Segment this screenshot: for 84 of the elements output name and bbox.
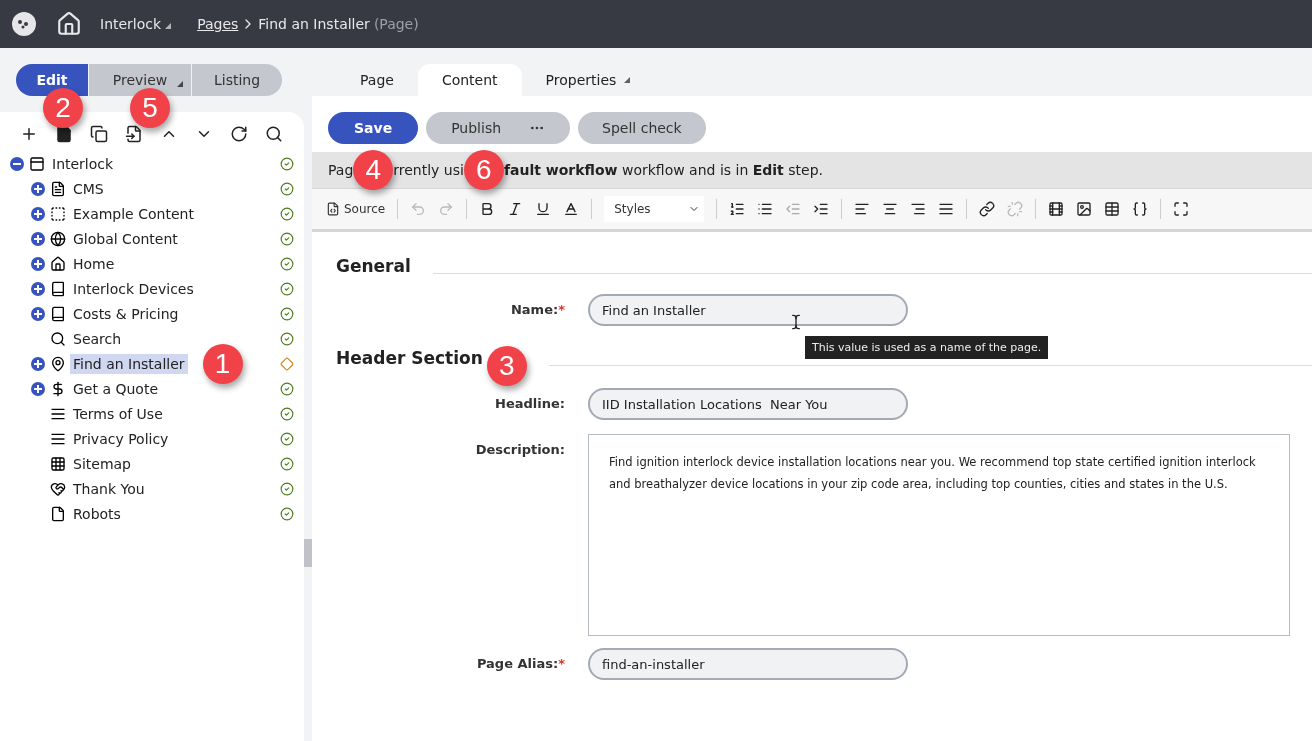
field-label: Headline: [494, 395, 566, 411]
description-field[interactable]: Find ignition interlock device installation locations near you. We recommend top state certified ignition interlock and breathalyzer device locations in your zip code area, including top counties, cities and states in the U.S. [588, 434, 1290, 636]
refresh-icon[interactable] [230, 125, 248, 143]
workflow-text: rrently usi [393, 162, 464, 178]
save-button[interactable]: Save [328, 112, 419, 144]
callout-badge: 3 [486, 346, 527, 386]
breadcrumb-current: Find an Installer [258, 16, 370, 32]
text-field[interactable]: Find an Installer [588, 294, 908, 326]
tree-item[interactable]: Privacy Policy [70, 428, 172, 449]
styles-dropdown[interactable]: Styles [604, 196, 705, 222]
tree-item[interactable]: CMS [70, 178, 107, 199]
expand-icon[interactable] [31, 181, 45, 196]
text-field[interactable]: IID Installation Locations Near You [588, 388, 908, 420]
mode-tab[interactable]: Preview [88, 64, 191, 96]
logo-icon[interactable] [12, 12, 36, 36]
expand-icon[interactable] [31, 256, 45, 271]
breadcrumb-link[interactable]: Pages [197, 16, 239, 32]
page-type: (Page) [373, 16, 419, 32]
mode-tab[interactable]: Listing [191, 64, 282, 96]
move-icon[interactable] [125, 125, 143, 143]
tree-item[interactable]: Thank You [70, 478, 148, 499]
tree-item[interactable]: Search [70, 328, 125, 349]
callout-badge: 2 [43, 88, 83, 128]
workflow-text: fault workflow workflow and is in Edit step. [503, 162, 823, 178]
callout-badge: 6 [463, 150, 504, 190]
section-title: General [336, 256, 411, 276]
section-title: Header Section [336, 348, 483, 368]
code-file-icon [326, 202, 340, 216]
link-icon[interactable] [979, 201, 996, 217]
tree-item[interactable]: Terms of Use [70, 403, 166, 424]
add-icon[interactable] [20, 125, 38, 143]
tree-item[interactable]: Example Content [70, 203, 197, 224]
field-label: Description: [474, 441, 566, 457]
indent-icon[interactable] [813, 201, 830, 217]
bullet-list-icon[interactable] [757, 201, 774, 217]
tooltip: This value is used as a name of the page. [805, 336, 1049, 359]
tree-item[interactable]: Get a Quote [70, 378, 161, 399]
splitter-handle[interactable] [304, 539, 312, 567]
tree-item[interactable]: Home [70, 253, 118, 274]
collapse-icon[interactable] [10, 156, 24, 171]
braces-icon[interactable] [1132, 201, 1149, 217]
callout-badge: 4 [353, 150, 394, 190]
spell-check-button[interactable]: Spell check [578, 112, 706, 144]
image-icon[interactable] [1076, 201, 1093, 217]
callout-badge: 1 [202, 343, 243, 384]
home-icon[interactable] [56, 11, 82, 37]
source-button[interactable]: Source [326, 202, 386, 216]
align-right-icon[interactable] [910, 201, 927, 217]
tree-item[interactable]: Robots [70, 503, 124, 524]
publish-button[interactable]: Publish [426, 112, 571, 144]
layout-icon [29, 155, 45, 172]
copy-icon[interactable] [90, 125, 108, 143]
workflow-text: Pag [328, 162, 354, 178]
field-label: Page Alias:* [475, 655, 566, 671]
text-color-icon[interactable] [563, 201, 580, 217]
text-field[interactable]: find-an-installer [588, 648, 908, 680]
underline-icon[interactable] [535, 201, 552, 217]
maximize-icon[interactable] [1173, 201, 1190, 217]
tab[interactable]: Page [336, 64, 418, 96]
tree-item[interactable]: Interlock Devices [70, 278, 197, 299]
tree-item[interactable]: Interlock [49, 153, 117, 174]
tree-item[interactable]: Global Content [70, 228, 181, 249]
site-selector[interactable]: Interlock [100, 16, 172, 32]
expand-icon[interactable] [31, 231, 45, 246]
field-label: Name:* [509, 301, 566, 317]
callout-badge: 5 [130, 88, 170, 128]
tree-item[interactable]: Sitemap [70, 453, 134, 474]
table-icon[interactable] [1104, 201, 1121, 217]
tab[interactable]: Content [417, 64, 522, 96]
numbered-list-icon[interactable] [729, 201, 746, 217]
align-left-icon[interactable] [854, 201, 871, 217]
expand-icon[interactable] [31, 356, 45, 371]
expand-icon[interactable] [31, 206, 45, 221]
film-icon[interactable] [1048, 201, 1065, 217]
tree-item[interactable]: Costs & Pricing [70, 303, 182, 324]
expand-icon[interactable] [31, 281, 45, 296]
search-icon[interactable] [265, 125, 283, 143]
tree-item[interactable]: Find an Installer [70, 353, 188, 374]
align-center-icon[interactable] [882, 201, 899, 217]
mode-tab[interactable]: Edit [16, 64, 88, 96]
expand-icon[interactable] [31, 306, 45, 321]
expand-icon[interactable] [31, 381, 45, 396]
tab[interactable]: Properties [521, 64, 655, 96]
justify-icon[interactable] [938, 201, 955, 217]
